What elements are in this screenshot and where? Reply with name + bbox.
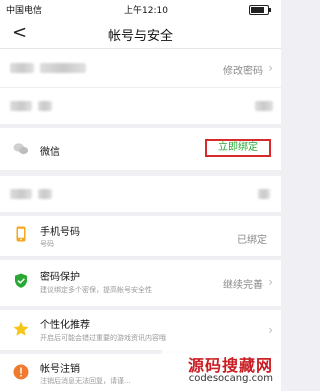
- battery-level: [251, 7, 264, 13]
- watermark-url: codesocang.com: [188, 373, 273, 384]
- phone-status: 已绑定: [237, 235, 267, 246]
- watermark: 源码搜藏网 codesocang.com: [161, 349, 281, 391]
- star-icon: [13, 321, 29, 336]
- account-cancel-sublabel: 注销后消息无法回复，请谨...: [40, 377, 131, 385]
- clock: 上午12:10: [124, 6, 168, 16]
- account-cancel-label: 帐号注销: [40, 364, 80, 375]
- alert-icon: [13, 364, 29, 380]
- continue-label: 继续完善: [223, 280, 263, 291]
- page-title: 帐号与安全: [107, 29, 173, 44]
- phone-row[interactable]: 手机号码 号码 已绑定: [0, 216, 281, 257]
- phone-label: 手机号码: [40, 227, 80, 238]
- nav-bar: < 帐号与安全: [0, 18, 281, 49]
- wechat-icon: [13, 143, 29, 155]
- blurred-chevron: [258, 189, 270, 199]
- blurred-icon: [10, 189, 32, 199]
- blurred-row[interactable]: [0, 88, 281, 125]
- recommend-row[interactable]: 个性化推荐 开启后可能会错过重要的游戏资讯内容哦 ›: [0, 310, 281, 351]
- carrier-label: 中国电信: [6, 6, 43, 16]
- blurred-text: [38, 189, 52, 199]
- blurred-avatar: [10, 63, 34, 73]
- wechat-row[interactable]: 微信 立即绑定: [0, 128, 281, 171]
- password-protect-label: 密码保护: [40, 272, 80, 283]
- password-protect-sublabel: 建议绑定多个密保，提高帐号安全性: [40, 286, 152, 294]
- shield-check-icon: [15, 273, 27, 288]
- phone-icon: [16, 226, 26, 242]
- status-bar: 中国电信 上午12:10: [0, 0, 281, 18]
- chevron-right-icon: ›: [268, 323, 273, 337]
- phone-sublabel: 号码: [40, 240, 54, 248]
- battery-icon: [249, 5, 271, 15]
- recommend-sublabel: 开启后可能会错过重要的游戏资讯内容哦: [40, 334, 166, 342]
- recommend-label: 个性化推荐: [40, 320, 90, 331]
- chevron-right-icon: ›: [268, 275, 273, 289]
- chevron-right-icon: ›: [268, 61, 273, 75]
- password-protect-row[interactable]: 密码保护 建议绑定多个密保，提高帐号安全性 继续完善 ›: [0, 260, 281, 307]
- blurred-text: [40, 63, 86, 73]
- blurred-text: [38, 101, 52, 111]
- wechat-label: 微信: [40, 147, 60, 158]
- blurred-icon: [10, 101, 32, 111]
- account-row[interactable]: 修改密码 ›: [0, 49, 281, 88]
- blurred-chevron: [255, 101, 273, 111]
- blurred-row[interactable]: [0, 176, 281, 213]
- change-password-label: 修改密码: [223, 66, 263, 77]
- bind-now-button[interactable]: 立即绑定: [205, 139, 271, 157]
